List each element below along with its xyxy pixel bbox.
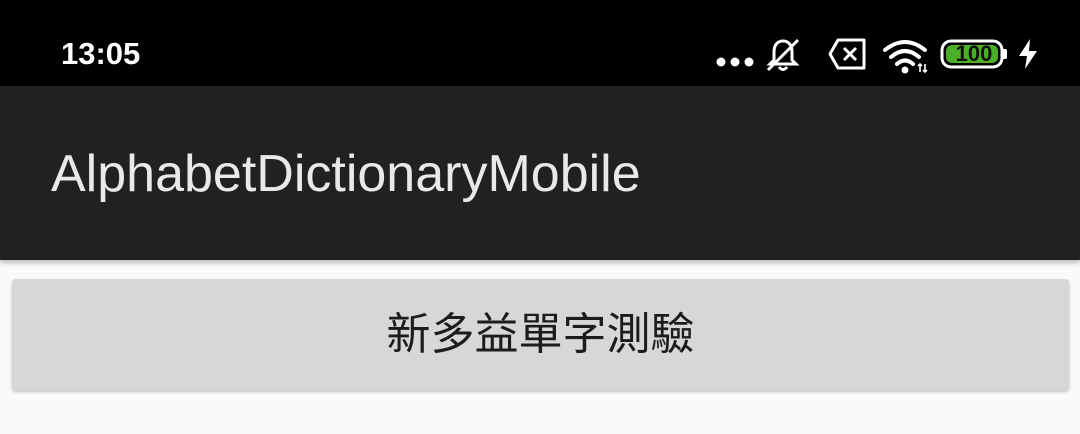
battery-level: 100: [955, 41, 993, 66]
app-bar: AlphabetDictionaryMobile: [0, 86, 1080, 260]
status-icons: 100: [700, 30, 1060, 78]
status-time: 13:05: [61, 36, 141, 71]
close-box-icon: [828, 38, 866, 70]
more-dots-icon: [716, 57, 754, 67]
toeic-vocabulary-quiz-button[interactable]: 新多益單字測驗: [12, 279, 1069, 390]
app-title: AlphabetDictionaryMobile: [51, 145, 641, 203]
charging-bolt-icon: [1019, 39, 1037, 69]
status-bar: 13:05 100: [0, 0, 1080, 86]
bell-muted-icon: [766, 38, 800, 72]
wifi-icon: [883, 40, 928, 74]
